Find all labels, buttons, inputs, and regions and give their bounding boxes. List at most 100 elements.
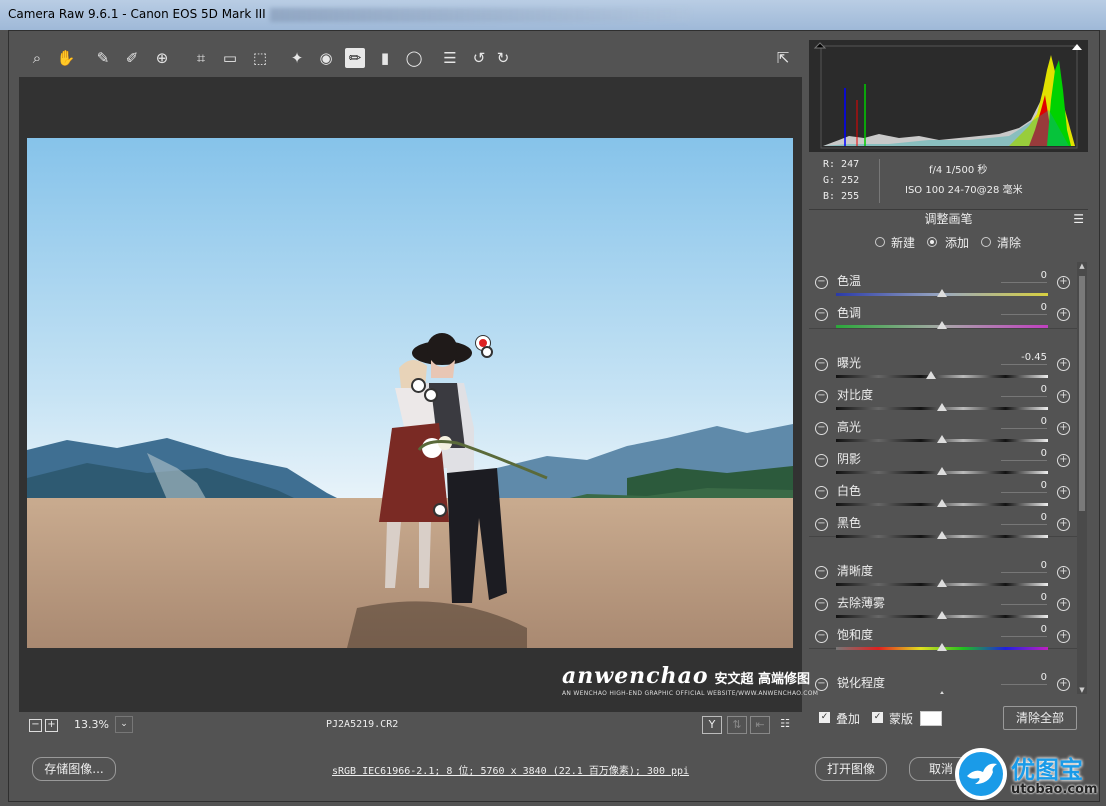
overlay-checkbox[interactable]: ✓	[819, 712, 830, 723]
slider-label: 黑色	[837, 516, 862, 530]
adjustment-brush-icon[interactable]: ✏	[345, 48, 365, 68]
straighten-tool-icon[interactable]: ▭	[220, 48, 240, 68]
title-bar: Camera Raw 9.6.1 - Canon EOS 5D Mark III	[0, 0, 1106, 30]
view-toggle-y-icon[interactable]: Y	[702, 716, 722, 734]
mask-checkbox[interactable]: ✓	[872, 712, 883, 723]
clear-all-button[interactable]: 清除全部	[1003, 706, 1077, 730]
slider-value-field[interactable]: 0	[1001, 672, 1047, 685]
scroll-up-icon[interactable]: ▲	[1077, 262, 1087, 270]
mode-new-radio[interactable]	[875, 237, 885, 247]
scroll-down-icon[interactable]: ▼	[1077, 686, 1087, 694]
increase-icon[interactable]: +	[1057, 518, 1070, 531]
mode-erase-label[interactable]: 清除	[997, 234, 1021, 251]
increase-icon[interactable]: +	[1057, 566, 1070, 579]
slider-thumb[interactable]	[937, 643, 947, 651]
slider-thumb[interactable]	[937, 691, 947, 694]
slider-value-field[interactable]: 0	[1001, 592, 1047, 605]
slider-value-field[interactable]: -0.45	[1001, 352, 1047, 365]
increase-icon[interactable]: +	[1057, 630, 1070, 643]
workflow-options-link[interactable]: sRGB IEC61966-2.1; 8 位; 5760 x 3840 (22.…	[332, 762, 689, 777]
decrease-icon[interactable]: −	[815, 630, 828, 643]
mode-add-label[interactable]: 添加	[945, 234, 969, 251]
logo-text: 优图宝	[1011, 756, 1083, 784]
increase-icon[interactable]: +	[1057, 486, 1070, 499]
slider-row: − 色调 0 +	[809, 294, 1077, 329]
increase-icon[interactable]: +	[1057, 598, 1070, 611]
watermark-subtitle: AN WENCHAO HIGH-END GRAPHIC OFFICIAL WEB…	[562, 690, 819, 697]
increase-icon[interactable]: +	[1057, 276, 1070, 289]
increase-icon[interactable]: +	[1057, 308, 1070, 321]
toolbar: ⇱ ⌕ ✋ ✎ ✐ ⊕ ⌗ ▭ ⬚ ✦ ◉ ✏ ▮ ◯ ☰ ↺ ↻	[19, 40, 801, 76]
watermark-cn: 安文超 高端修图	[714, 672, 811, 687]
scroll-thumb[interactable]	[1079, 276, 1085, 511]
decrease-icon[interactable]: −	[815, 276, 828, 289]
decrease-icon[interactable]: −	[815, 566, 828, 579]
zoom-in-button[interactable]: +	[45, 719, 58, 732]
decrease-icon[interactable]: −	[815, 454, 828, 467]
open-preferences-export-icon[interactable]: ⇱	[773, 48, 793, 68]
spot-removal-icon[interactable]: ✦	[287, 48, 307, 68]
decrease-icon[interactable]: −	[815, 486, 828, 499]
decrease-icon[interactable]: −	[815, 518, 828, 531]
preview-preferences-icon[interactable]: ☷	[776, 716, 794, 732]
zoom-tool-icon[interactable]: ⌕	[27, 48, 47, 68]
zoom-out-button[interactable]: −	[29, 719, 42, 732]
white-balance-tool-icon[interactable]: ✎	[93, 48, 113, 68]
slider-value-field[interactable]: 0	[1001, 624, 1047, 637]
slider-value-field[interactable]: 0	[1001, 512, 1047, 525]
slider-value-field[interactable]: 0	[1001, 480, 1047, 493]
slider-value-field[interactable]: 0	[1001, 302, 1047, 315]
slider-value-field[interactable]: 0	[1001, 560, 1047, 573]
mask-label[interactable]: 蒙版	[889, 710, 913, 727]
increase-icon[interactable]: +	[1057, 390, 1070, 403]
slider-value-field[interactable]: 0	[1001, 448, 1047, 461]
slider-value-field[interactable]: 0	[1001, 384, 1047, 397]
mode-erase-radio[interactable]	[981, 237, 991, 247]
decrease-icon[interactable]: −	[815, 358, 828, 371]
copy-settings-icon[interactable]: ⇤	[750, 716, 770, 734]
red-eye-icon[interactable]: ◉	[316, 48, 336, 68]
preferences-icon[interactable]: ☰	[440, 48, 460, 68]
crop-tool-icon[interactable]: ⌗	[191, 48, 211, 68]
increase-icon[interactable]: +	[1057, 678, 1070, 691]
slider-value-field[interactable]: 0	[1001, 416, 1047, 429]
overlay-label[interactable]: 叠加	[836, 710, 860, 727]
iso-lens: ISO 100 24-70@28 毫米	[905, 185, 1023, 196]
mode-add-radio[interactable]	[927, 237, 937, 247]
color-sampler-icon[interactable]: ✐	[122, 48, 142, 68]
brush-pin[interactable]	[481, 346, 493, 358]
increase-icon[interactable]: +	[1057, 454, 1070, 467]
swap-settings-icon[interactable]: ⇅	[727, 716, 747, 734]
brush-pin[interactable]	[411, 378, 426, 393]
photo-preview[interactable]	[27, 138, 793, 648]
decrease-icon[interactable]: −	[815, 390, 828, 403]
decrease-icon[interactable]: −	[815, 598, 828, 611]
open-image-button[interactable]: 打开图像	[815, 757, 887, 781]
panel-scrollbar[interactable]: ▲ ▼	[1077, 262, 1087, 694]
slider-value-field[interactable]: 0	[1001, 270, 1047, 283]
zoom-dropdown[interactable]: ⌄	[115, 716, 133, 733]
status-bar: − + 13.3% ⌄ PJ2A5219.CR2 Y ⇅ ⇤ ☷	[19, 712, 802, 738]
graduated-filter-icon[interactable]: ▮	[375, 48, 395, 68]
slider-label: 色调	[837, 306, 862, 320]
decrease-icon[interactable]: −	[815, 678, 828, 691]
increase-icon[interactable]: +	[1057, 358, 1070, 371]
mode-new-label[interactable]: 新建	[891, 234, 915, 251]
increase-icon[interactable]: +	[1057, 422, 1070, 435]
panel-menu-icon[interactable]: ☰	[1073, 209, 1084, 229]
radial-filter-icon[interactable]: ◯	[404, 48, 424, 68]
decrease-icon[interactable]: −	[815, 422, 828, 435]
mask-color-swatch[interactable]	[920, 711, 942, 726]
rotate-left-icon[interactable]: ↺	[469, 48, 489, 68]
overlay-options: ✓ 叠加 ✓ 蒙版 清除全部	[809, 700, 1088, 734]
targeted-adjustment-icon[interactable]: ⊕	[152, 48, 172, 68]
brush-pin[interactable]	[424, 388, 438, 402]
transform-tool-icon[interactable]: ⬚	[250, 48, 270, 68]
slider-thumb[interactable]	[937, 321, 947, 329]
save-image-button[interactable]: 存储图像...	[32, 757, 116, 781]
decrease-icon[interactable]: −	[815, 308, 828, 321]
rotate-right-icon[interactable]: ↻	[493, 48, 513, 68]
brush-pin[interactable]	[433, 503, 447, 517]
slider-thumb[interactable]	[937, 531, 947, 539]
hand-tool-icon[interactable]: ✋	[56, 48, 76, 68]
